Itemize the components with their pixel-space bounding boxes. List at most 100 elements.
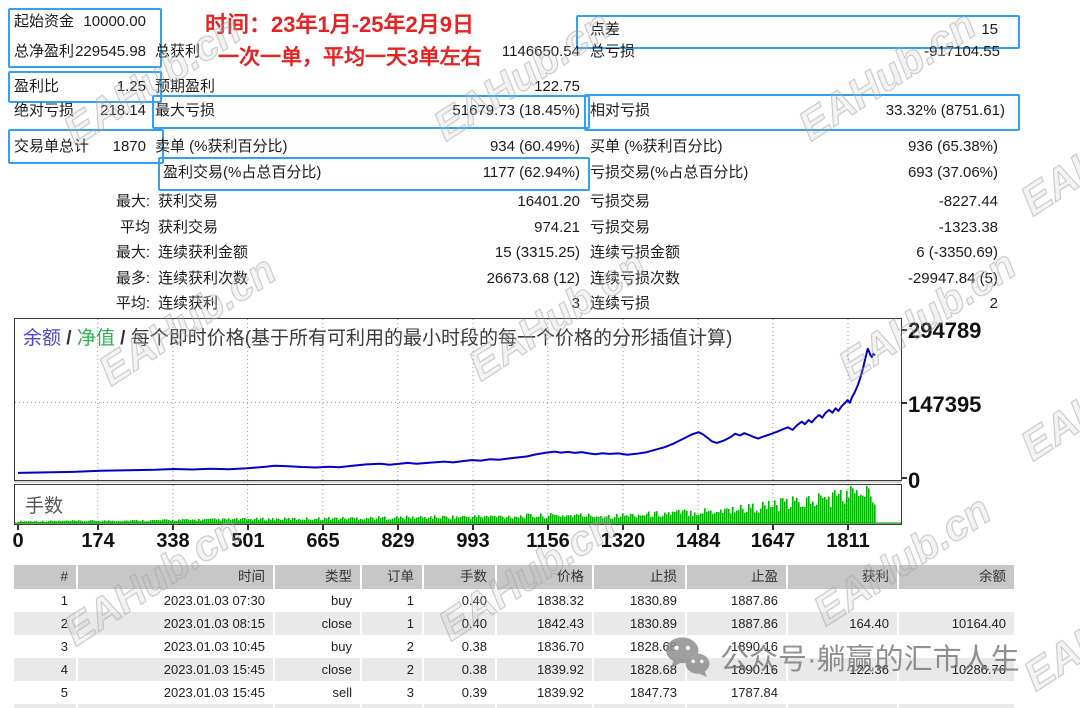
pair-left-label: 获利交易 — [158, 219, 219, 236]
table-cell: 1 — [60, 593, 68, 608]
chart-title-separator: / — [114, 328, 131, 349]
stat-label-short-positions: 卖单 (%获利百分比) — [155, 138, 288, 155]
table-cell: 1 — [406, 593, 414, 608]
pair-prefix: 最大: — [115, 193, 150, 210]
table-cell: 164.40 — [788, 612, 897, 635]
col-price: 价格 — [497, 565, 592, 589]
table-cell: 1839.92 — [537, 685, 584, 700]
table-row[interactable]: 2 2023.01.03 08:15 close 1 0.40 1842.43 1830.8… — [14, 612, 1014, 635]
table-cell — [788, 589, 897, 612]
pair-prefix: 平均 — [119, 219, 150, 236]
chart-legend-balance: 余额 — [23, 328, 62, 349]
table-cell — [899, 589, 1014, 612]
x-axis-label: 501 — [231, 530, 265, 552]
table-row[interactable]: 5 2023.01.03 15:45 sell 3 0.39 1839.92 1847.73… — [14, 681, 1014, 704]
table-row[interactable]: 3 2023.01.03 10:45 buy 2 0.38 1836.70 1828.68 1… — [14, 635, 1014, 658]
stat-label-long-positions: 买单 (%获利百分比) — [590, 138, 723, 155]
table-cell: 2023.01.03 08:15 — [78, 612, 273, 635]
x-axis-label: 993 — [456, 530, 490, 552]
stat-label-gross-profit: 总获利 — [155, 43, 201, 60]
y-tick — [901, 329, 907, 331]
x-axis-label: 1156 — [526, 530, 570, 552]
stat-value-initial-deposit: 10000.00 — [83, 13, 146, 30]
table-cell: 2023.01.03 15:45 — [163, 685, 265, 700]
volume-panel: 手数 — [14, 484, 902, 525]
table-cell: 1830.89 — [594, 612, 685, 635]
pair-left-label: 连续获利金额 — [158, 244, 249, 261]
table-cell: 2 — [14, 612, 76, 635]
table-cell: buy — [331, 639, 352, 654]
volume-bars — [15, 485, 901, 524]
y-tick — [901, 402, 907, 404]
stat-value-loss-trades: 693 (37.06%) — [907, 164, 998, 181]
col-lots: 手数 — [424, 565, 495, 589]
stat-value-gross-profit: 1146650.54 — [501, 43, 580, 60]
volume-panel-label: 手数 — [25, 496, 64, 517]
table-cell: 2 — [362, 658, 422, 681]
x-tick — [697, 525, 699, 530]
x-tick — [322, 525, 324, 530]
pair-right-value: -29947.84 (5) — [907, 270, 998, 287]
table-cell: 0.40 — [424, 612, 495, 635]
col-balance: 余额 — [899, 565, 1014, 589]
chart-title-rest: 每个即时价格(基于所有可利用的最小时段的每一个价格的分形插值计算) — [130, 328, 733, 349]
pair-right-value: -1323.38 — [938, 219, 998, 236]
pair-left-label: 连续获利次数 — [158, 270, 249, 287]
x-tick — [172, 525, 174, 530]
table-cell — [899, 681, 1014, 704]
stat-label-expected-payoff: 预期盈利 — [155, 78, 216, 95]
table-cell: 122.36 — [788, 658, 897, 681]
x-axis-label: 1811 — [826, 530, 870, 552]
x-axis-label: 338 — [156, 530, 190, 552]
table-cell: 5 — [60, 685, 68, 700]
pair-left-value: 15 (3315.25) — [494, 244, 580, 261]
stat-value-max-drawdown: 51679.73 (18.45%) — [452, 102, 580, 119]
table-cell: 3 — [406, 685, 414, 700]
stat-label-profit-factor: 盈利比 — [14, 78, 60, 95]
stat-label-max-drawdown: 最大亏损 — [155, 102, 216, 119]
pair-left-value: 26673.68 (12) — [486, 270, 580, 287]
stat-value-long-positions: 936 (65.38%) — [907, 138, 998, 155]
stat-label-gross-loss: 总亏损 — [590, 43, 636, 60]
x-axis-label: 1320 — [600, 530, 646, 552]
table-cell: 2023.01.03 15:45 — [78, 658, 273, 681]
table-cell: close — [275, 658, 360, 681]
trade-table-header: # 时间 类型 订单 手数 价格 止损 止盈 获利 余额 — [14, 565, 1014, 589]
table-cell: 1839.92 — [497, 658, 592, 681]
stat-value-profit-trades: 1177 (62.94%) — [482, 164, 580, 181]
col-order: 订单 — [362, 565, 422, 589]
table-row-partial — [14, 704, 1014, 708]
table-cell: sell — [332, 685, 352, 700]
pair-left-label: 获利交易 — [158, 193, 219, 210]
table-row[interactable]: 1 2023.01.03 07:30 buy 1 0.40 1838.32 1830.89 1… — [14, 589, 1014, 612]
pair-right-label: 连续亏损次数 — [590, 270, 681, 287]
table-cell — [899, 635, 1014, 658]
x-tick — [247, 525, 249, 530]
chart-title: 余额 / 净值 / 每个即时价格(基于所有可利用的最小时段的每一个价格的分形插值… — [23, 323, 732, 350]
x-tick — [847, 525, 849, 530]
table-cell: 1890.16 — [687, 658, 786, 681]
table-cell: 1887.86 — [687, 612, 786, 635]
table-cell: 1 — [362, 612, 422, 635]
chart-legend-equity: 净值 — [76, 328, 115, 349]
x-axis-label: 829 — [381, 530, 415, 552]
col-number: # — [14, 565, 76, 589]
table-cell: 2023.01.03 07:30 — [163, 593, 265, 608]
stat-label-profit-trades: 盈利交易(%占总百分比) — [163, 164, 322, 181]
x-tick — [772, 525, 774, 530]
watermark-text: EAHub.cn — [1011, 75, 1080, 225]
equity-chart-panel: 余额 / 净值 / 每个即时价格(基于所有可利用的最小时段的每一个价格的分形插值… — [14, 318, 902, 481]
table-cell: 1828.68 — [594, 658, 685, 681]
pair-prefix: 最大: — [115, 244, 150, 261]
stat-label-spread: 点差 — [590, 21, 621, 38]
watermark-text: EAHub.cn — [1014, 550, 1080, 700]
trade-table-body: 1 2023.01.03 07:30 buy 1 0.40 1838.32 1830.89 1… — [14, 589, 1014, 708]
x-tick — [622, 525, 624, 530]
table-row[interactable]: 4 2023.01.03 15:45 close 2 0.38 1839.92 1828.6… — [14, 658, 1014, 681]
col-type: 类型 — [275, 565, 360, 589]
col-takeprofit: 止盈 — [687, 565, 786, 589]
table-cell: 0.38 — [461, 639, 487, 654]
backtest-report: 时间：23年1月-25年2月9日 一次一单，平均一天3单左右 起始资金 1000… — [0, 0, 1080, 708]
stat-value-total-trades: 1870 — [112, 138, 146, 155]
table-cell: 0.39 — [461, 685, 487, 700]
